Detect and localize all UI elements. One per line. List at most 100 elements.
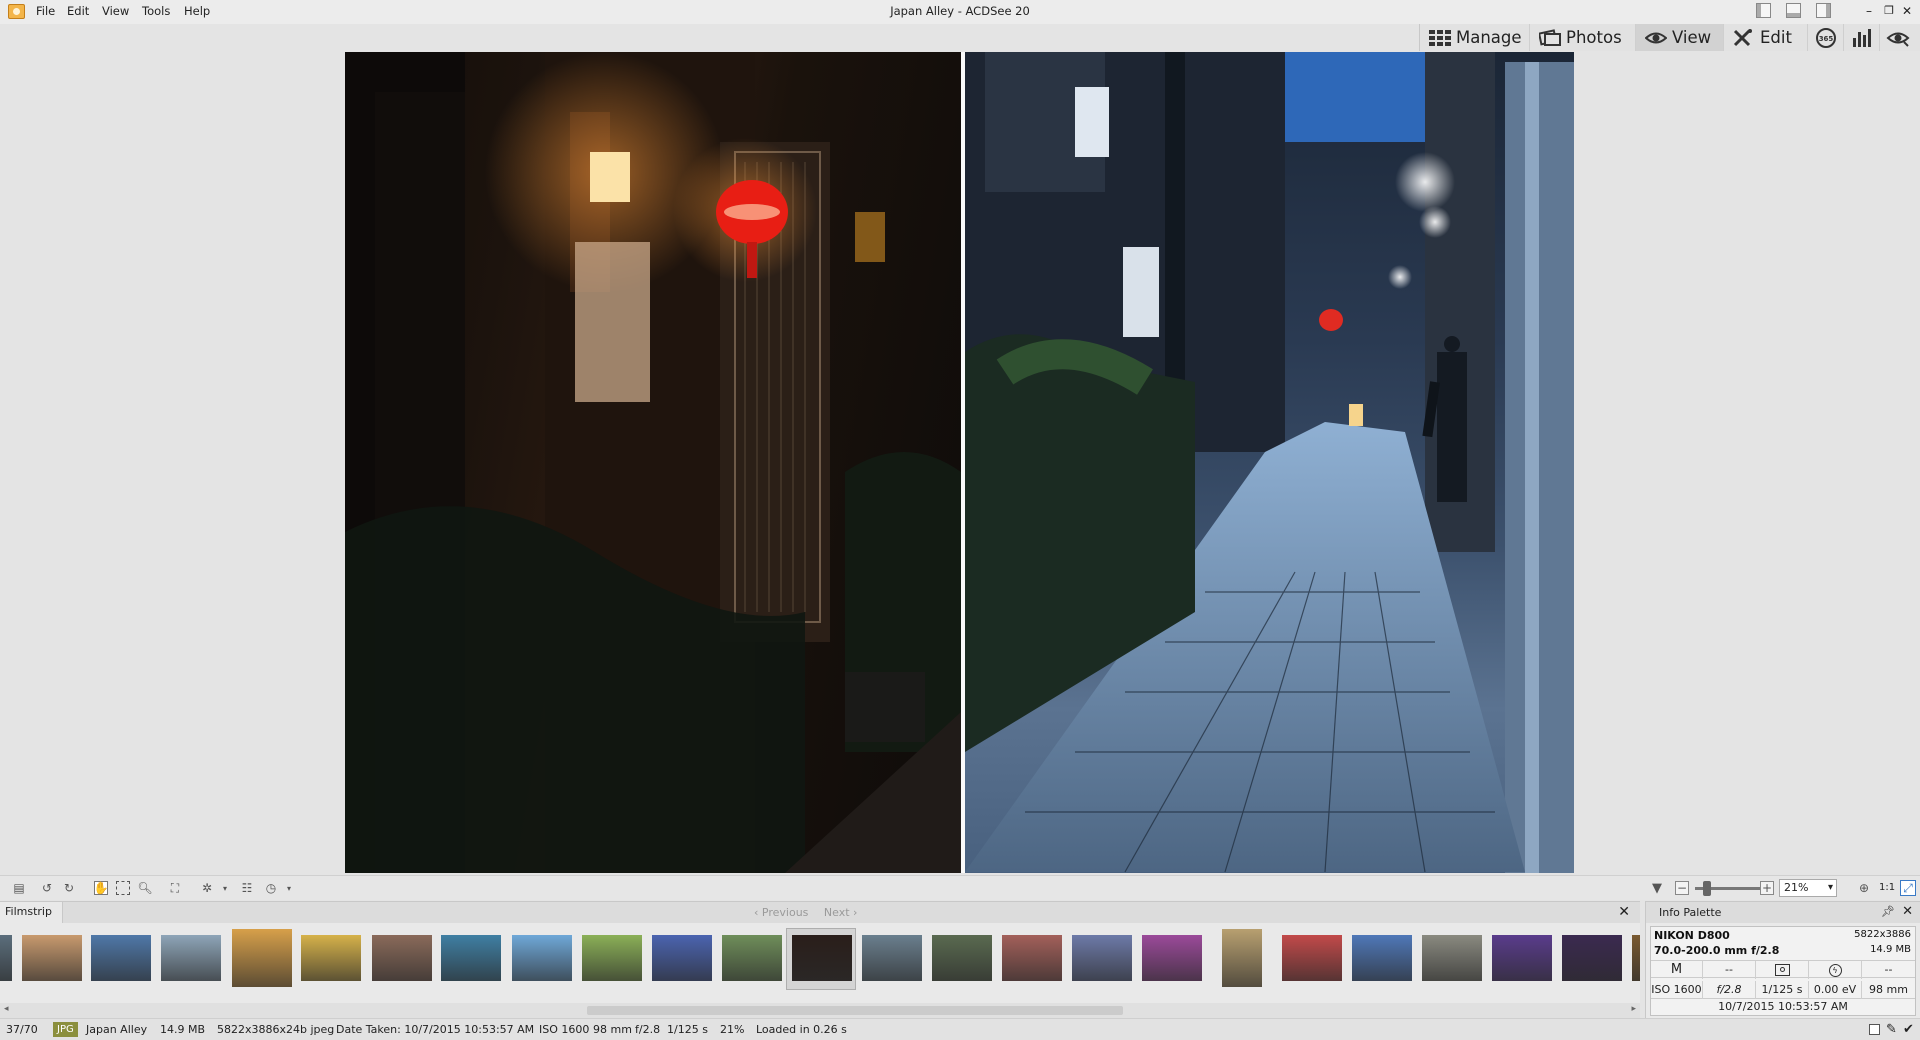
save-icon[interactable]: ▤ <box>12 881 26 895</box>
title-bar: File Edit View Tools Help Japan Alley - … <box>0 0 1920 24</box>
scroll-right-icon[interactable]: ▸ <box>1631 1004 1636 1014</box>
info-palette-header: Info Palette 📌︎ ✕ <box>1646 901 1920 923</box>
previous-chevron-icon[interactable]: ‹ <box>754 906 762 919</box>
filmstrip-thumbnail[interactable] <box>0 935 12 981</box>
hand-tool-icon[interactable]: ✋ <box>94 881 108 895</box>
filmstrip-thumbnail[interactable] <box>932 935 992 981</box>
layout-bottom-panel-icon[interactable] <box>1786 3 1801 18</box>
status-zoom: 21% <box>720 1023 745 1036</box>
mode-manage-label: Manage <box>1456 28 1522 47</box>
image-viewer[interactable] <box>0 51 1920 875</box>
zoom-in-icon[interactable]: + <box>1760 881 1774 895</box>
grid-icon <box>1429 29 1451 47</box>
zoom-slider-thumb[interactable] <box>1703 881 1711 896</box>
focal-length-value: 98 mm <box>1869 983 1908 996</box>
filmstrip-thumbnail[interactable] <box>1352 935 1412 981</box>
auto-lens-icon[interactable]: ✲ <box>200 881 214 895</box>
zoom-out-icon[interactable]: − <box>1675 881 1689 895</box>
flash-icon: ϟ <box>1809 961 1862 979</box>
info-palette-close-icon[interactable]: ✕ <box>1902 904 1913 919</box>
zoom-tool-icon[interactable]: 🔍︎ <box>137 881 152 895</box>
filmstrip-thumbnail[interactable] <box>1422 935 1482 981</box>
previous-button[interactable]: Previous <box>762 906 809 919</box>
exposure-program: -- <box>1703 961 1756 979</box>
image-name: Japan Alley <box>86 1023 148 1036</box>
filmstrip-scroll-thumb[interactable] <box>587 1006 1123 1015</box>
filmstrip-thumbnail[interactable] <box>1632 935 1640 981</box>
mode-view-label: View <box>1672 28 1712 47</box>
close-window-button[interactable]: ✕ <box>1898 2 1916 20</box>
date-taken-value: 10/7/2015 10:53:57 AM <box>1718 1000 1848 1013</box>
image-file-size: 14.9 MB <box>160 1023 206 1036</box>
filmstrip-thumbnail[interactable] <box>372 935 432 981</box>
auto-lens-dropdown-icon[interactable]: ▾ <box>218 881 232 895</box>
info-palette-title[interactable]: Info Palette <box>1659 906 1721 919</box>
zoom-level-select[interactable]: 21% <box>1779 879 1837 897</box>
prev-next-nav: ‹ Previous Next › <box>754 906 857 919</box>
filmstrip-thumbnail[interactable] <box>1492 935 1552 981</box>
histogram-icon[interactable] <box>1844 24 1880 51</box>
filter-dropdown-icon[interactable]: ▼ <box>1650 881 1664 896</box>
eye-settings-icon[interactable] <box>1880 24 1916 51</box>
filmstrip-thumbnail[interactable] <box>512 935 572 981</box>
filmstrip-thumbnail[interactable] <box>161 935 221 981</box>
pin-icon[interactable]: 📌︎ <box>1881 905 1895 918</box>
filmstrip-thumbnail[interactable] <box>1072 935 1132 981</box>
adjustments-icon[interactable]: ☷ <box>240 881 254 895</box>
mode-view-button[interactable]: View <box>1636 24 1724 51</box>
layout-right-panel-icon[interactable] <box>1816 3 1831 18</box>
filmstrip-thumbnail[interactable] <box>652 935 712 981</box>
filmstrip-scrollbar[interactable]: ◂ ▸ <box>0 1003 1640 1018</box>
restore-button[interactable]: ❐ <box>1880 2 1898 20</box>
mode-edit-button[interactable]: Edit <box>1724 24 1808 51</box>
filmstrip-close-icon[interactable]: ✕ <box>1618 904 1630 920</box>
next-chevron-icon[interactable]: › <box>850 906 857 919</box>
fit-screen-icon[interactable]: ⛶ <box>168 881 182 895</box>
filmstrip-thumbnail[interactable] <box>1142 935 1202 981</box>
filmstrip-thumbnail[interactable] <box>1002 935 1062 981</box>
status-date-taken: Date Taken: 10/7/2015 10:53:57 AM <box>336 1023 535 1036</box>
actual-size-label[interactable]: 1:1 <box>1879 882 1895 893</box>
filmstrip-thumbnail[interactable] <box>441 935 501 981</box>
filmstrip-thumbnail[interactable] <box>582 935 642 981</box>
metering-icon <box>1756 961 1809 979</box>
checkmark-icon[interactable]: ✔ <box>1903 1022 1914 1037</box>
filmstrip-thumbnail[interactable] <box>862 935 922 981</box>
filmstrip-thumbnail[interactable] <box>1562 935 1622 981</box>
filmstrip-thumbnail[interactable] <box>1282 935 1342 981</box>
filmstrip-thumbnail[interactable] <box>792 935 852 981</box>
viewer-toolbar: ▤ ↺ ↻ ✋ 🔍︎ ⛶ ✲ ▾ ☷ ◷ ▾ ▼ − + 21% ⊕ 1:1 ⤢ <box>0 875 1920 900</box>
image-dimensions: 5822x3886 <box>1854 929 1911 940</box>
rotate-right-icon[interactable]: ↻ <box>62 881 76 895</box>
filmstrip-tab[interactable]: Filmstrip <box>0 902 63 923</box>
rotate-left-icon[interactable]: ↺ <box>40 881 54 895</box>
mode-photos-button[interactable]: Photos <box>1530 24 1636 51</box>
mode-manage-button[interactable]: Manage <box>1420 24 1530 51</box>
edit-brush-icon <box>1733 28 1755 47</box>
filmstrip-thumbnail[interactable] <box>91 935 151 981</box>
filmstrip-thumbnail[interactable] <box>22 935 82 981</box>
iso-value: ISO 1600 <box>1651 981 1703 999</box>
view-mode-icon[interactable] <box>1869 1024 1880 1035</box>
filmstrip-thumbnail[interactable] <box>232 929 292 987</box>
history-dropdown-icon[interactable]: ▾ <box>282 881 296 895</box>
aperture-value: f/2.8 <box>1703 981 1756 999</box>
filmstrip-thumbnail[interactable] <box>722 935 782 981</box>
photo-japan-alley[interactable] <box>345 52 1574 873</box>
layout-left-panel-icon[interactable] <box>1756 3 1771 18</box>
minimize-button[interactable]: – <box>1860 2 1878 20</box>
filmstrip-thumbnail[interactable] <box>301 935 361 981</box>
status-aperture: f/2.8 <box>635 1023 661 1036</box>
scroll-left-icon[interactable]: ◂ <box>4 1004 9 1014</box>
status-focal: 98 mm <box>593 1023 632 1036</box>
full-screen-icon[interactable]: ⤢ <box>1900 880 1916 896</box>
365-icon[interactable]: 365 <box>1808 24 1844 51</box>
info-palette: Info Palette 📌︎ ✕ NIKON D800 5822x3886 7… <box>1645 901 1920 1018</box>
filmstrip-thumbnail[interactable] <box>1222 929 1262 987</box>
history-clock-icon[interactable]: ◷ <box>264 881 278 895</box>
mode-edit-label: Edit <box>1760 28 1792 47</box>
pencil-icon[interactable]: ✎ <box>1886 1022 1897 1037</box>
select-tool-icon[interactable] <box>116 881 130 895</box>
next-button[interactable]: Next <box>824 906 850 919</box>
zoom-fit-icon[interactable]: ⊕ <box>1857 881 1871 895</box>
